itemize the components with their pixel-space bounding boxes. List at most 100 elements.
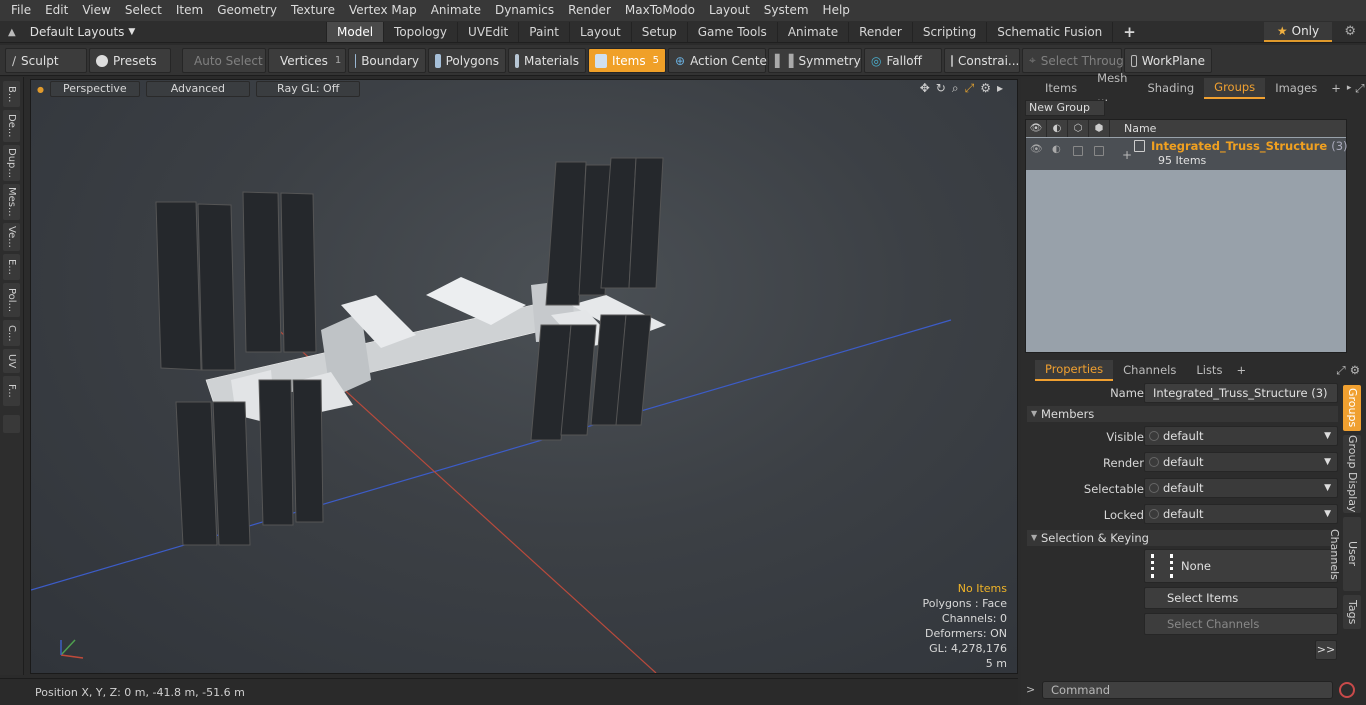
only-toggle[interactable]: ★ Only — [1264, 22, 1332, 42]
auto-select-button[interactable]: Auto Select — [182, 48, 266, 73]
falloff-button[interactable]: ◎ Falloff — [864, 48, 942, 73]
left-tab-mesh[interactable]: Mes... — [3, 184, 20, 220]
tab-schematic-fusion[interactable]: Schematic Fusion — [986, 22, 1112, 42]
presets-button[interactable]: Presets — [89, 48, 171, 73]
left-tab-deform[interactable]: De... — [3, 110, 20, 142]
name-field[interactable]: Integrated_Truss_Structure (3) — [1144, 383, 1338, 403]
rotate-icon[interactable]: ↻ — [936, 81, 946, 96]
symmetry-button[interactable]: ▌▐ Symmetry — [768, 48, 862, 73]
tab-game-tools[interactable]: Game Tools — [686, 22, 777, 42]
row-visibility-icon[interactable]: 👁 — [1030, 144, 1043, 155]
gear-icon[interactable]: ⚙ — [1344, 24, 1356, 39]
selection-keying-section[interactable]: ▼ Selection & Keying — [1027, 530, 1338, 546]
side-tab-user-channels[interactable]: User Channels — [1328, 517, 1361, 591]
menu-maxtomodo[interactable]: MaxToModo — [618, 0, 702, 21]
group-row[interactable]: 👁 ◐ + Integrated_Truss_Structure (3) 95 … — [1026, 138, 1348, 170]
select-channels-button[interactable]: Select Channels — [1144, 613, 1338, 635]
left-tab-polygon[interactable]: Pol... — [3, 283, 20, 317]
locked-dropdown[interactable]: default ▼ — [1144, 504, 1338, 524]
left-tab-basic[interactable]: B... — [3, 81, 20, 107]
left-tab-uv[interactable]: UV — [3, 349, 20, 373]
left-tab-fusion[interactable]: F... — [3, 376, 20, 406]
visibility-column-icon[interactable]: 👁 — [1026, 120, 1047, 137]
tab-setup[interactable]: Setup — [630, 22, 687, 42]
side-tab-tags[interactable]: Tags — [1343, 595, 1361, 629]
action-center-button[interactable]: ⊕ Action Center — [668, 48, 772, 73]
select-items-button[interactable]: Select Items — [1144, 587, 1338, 609]
menu-select[interactable]: Select — [118, 0, 169, 21]
tab-groups[interactable]: Groups — [1204, 77, 1266, 99]
tab-scripting[interactable]: Scripting — [911, 22, 986, 42]
selectable-dropdown[interactable]: default ▼ — [1144, 478, 1338, 498]
collapse-icon[interactable]: ▲ — [8, 27, 16, 38]
menu-layout[interactable]: Layout — [702, 0, 757, 21]
command-input[interactable]: Command — [1042, 681, 1333, 699]
render-column-icon[interactable]: ◐ — [1047, 120, 1068, 137]
lock-column-icon[interactable]: ⬢ — [1089, 120, 1110, 137]
viewport-menu-icon[interactable]: ● — [37, 85, 44, 94]
tab-items[interactable]: Items — [1035, 79, 1087, 98]
left-tab-vertex[interactable]: Ve... — [3, 223, 20, 251]
members-section[interactable]: ▼ Members — [1027, 406, 1338, 422]
visible-dropdown[interactable]: default ▼ — [1144, 426, 1338, 446]
tab-channels[interactable]: Channels — [1113, 361, 1186, 380]
name-column-header[interactable]: Name — [1110, 122, 1156, 135]
left-tab-curve[interactable]: C... — [3, 320, 20, 346]
items-button[interactable]: Items 5 — [588, 48, 666, 73]
menu-animate[interactable]: Animate — [424, 0, 488, 21]
render-dropdown[interactable]: default ▼ — [1144, 452, 1338, 472]
vertices-button[interactable]: Vertices 1 — [268, 48, 346, 73]
row-select-checkbox[interactable] — [1073, 146, 1083, 156]
maximize-icon[interactable]: ⤢ — [965, 81, 975, 96]
new-group-button[interactable]: New Group — [1025, 100, 1105, 116]
raygl-button[interactable]: Ray GL: Off — [256, 81, 361, 97]
side-tab-group-display[interactable]: Group Display — [1343, 435, 1361, 513]
side-tab-groups[interactable]: Groups — [1343, 385, 1361, 431]
prop-maximize-icon[interactable]: ⤢ — [1334, 361, 1347, 380]
tab-uvedit[interactable]: UVEdit — [457, 22, 518, 42]
zoom-icon[interactable]: ⌕ — [952, 81, 959, 96]
layout-selector[interactable]: ▲ Default Layouts ▼ — [8, 21, 135, 43]
menu-render[interactable]: Render — [561, 0, 618, 21]
boundary-button[interactable]: Boundary — [348, 48, 426, 73]
add-prop-tab-icon[interactable]: + — [1232, 361, 1250, 380]
view-mode-button[interactable]: Perspective — [49, 81, 140, 97]
select-column-icon[interactable]: ⬡ — [1068, 120, 1089, 137]
materials-button[interactable]: Materials — [508, 48, 586, 73]
tab-model[interactable]: Model — [326, 22, 384, 42]
menu-edit[interactable]: Edit — [38, 0, 75, 21]
add-tab-button[interactable]: + — [1112, 22, 1146, 42]
viewport-gear-icon[interactable]: ⚙ — [980, 81, 991, 96]
more-button[interactable]: >> — [1315, 640, 1337, 660]
menu-texture[interactable]: Texture — [284, 0, 342, 21]
tab-paint[interactable]: Paint — [518, 22, 569, 42]
tab-lists[interactable]: Lists — [1186, 361, 1232, 380]
tab-properties[interactable]: Properties — [1035, 360, 1114, 381]
tab-overflow-icon[interactable]: ▸ — [1345, 79, 1354, 98]
expand-icon[interactable]: + — [1122, 148, 1132, 162]
add-tab-icon[interactable]: + — [1327, 79, 1345, 98]
tab-render[interactable]: Render — [848, 22, 912, 42]
keying-none-button[interactable]: None — [1144, 549, 1338, 583]
left-tab-edge[interactable]: E... — [3, 254, 20, 280]
menu-file[interactable]: File — [4, 0, 38, 21]
constraints-button[interactable]: Constrai... — [944, 48, 1020, 73]
menu-item[interactable]: Item — [169, 0, 210, 21]
record-icon[interactable] — [1339, 682, 1355, 698]
menu-dynamics[interactable]: Dynamics — [488, 0, 561, 21]
panel-maximize-icon[interactable]: ⤢ — [1353, 79, 1366, 98]
menu-help[interactable]: Help — [816, 0, 857, 21]
row-lock-checkbox[interactable] — [1094, 146, 1104, 156]
polygons-button[interactable]: Polygons — [428, 48, 506, 73]
row-render-icon[interactable]: ◐ — [1052, 144, 1061, 155]
menu-geometry[interactable]: Geometry — [210, 0, 284, 21]
menu-system[interactable]: System — [757, 0, 816, 21]
sculpt-button[interactable]: ∕ Sculpt — [5, 48, 87, 73]
left-tab-duplicate[interactable]: Dup... — [3, 145, 20, 181]
tab-topology[interactable]: Topology — [383, 22, 457, 42]
menu-vertex-map[interactable]: Vertex Map — [342, 0, 424, 21]
shading-mode-button[interactable]: Advanced — [145, 81, 251, 97]
menu-view[interactable]: View — [75, 0, 117, 21]
prop-gear-icon[interactable]: ⚙ — [1348, 361, 1366, 380]
tab-shading[interactable]: Shading — [1137, 79, 1204, 98]
